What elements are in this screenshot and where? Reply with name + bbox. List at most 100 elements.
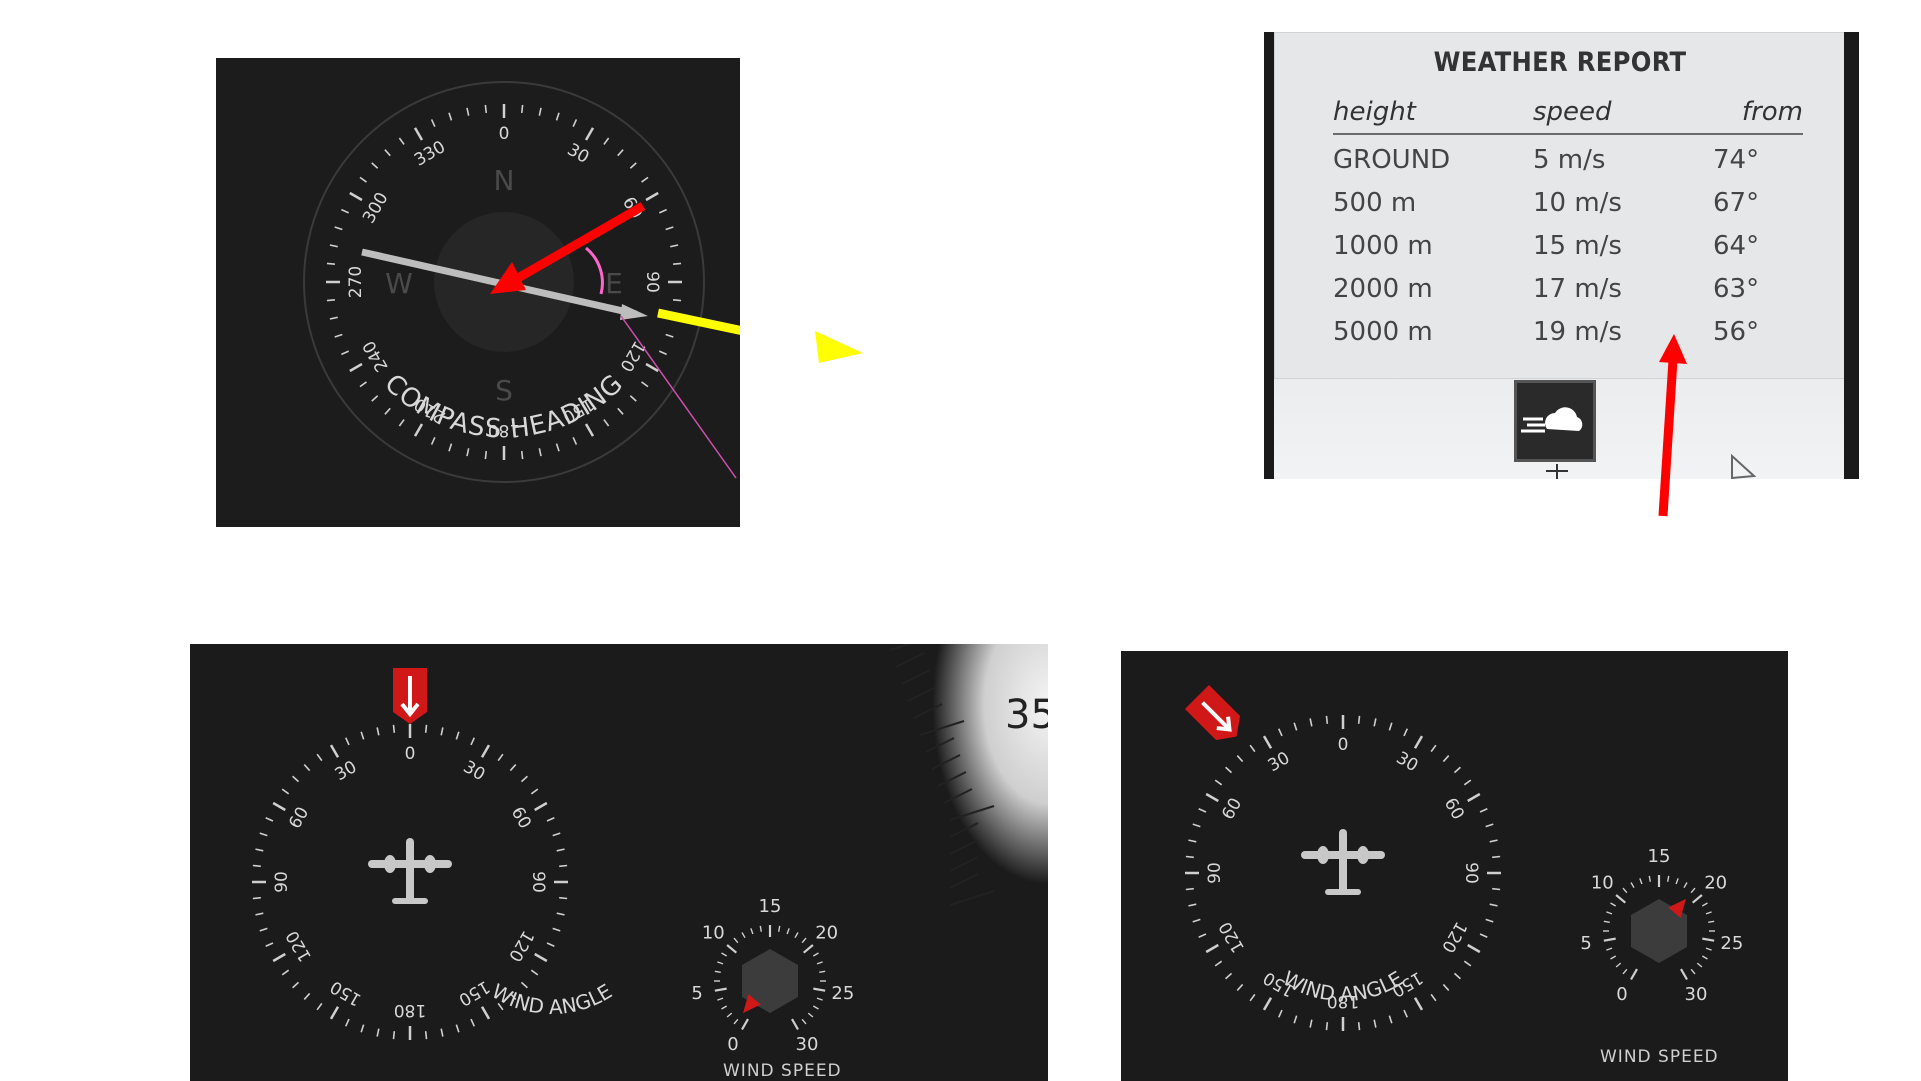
compass-e-label: E [605,267,623,300]
dial-tick [413,423,424,437]
compass-s-label: S [495,374,513,407]
dial-tick [430,119,436,128]
dial-tick [556,912,565,916]
speed-tick [777,925,781,932]
dial-tick [1413,997,1424,1011]
dial-tick [466,448,470,457]
speed-tick [1702,937,1715,942]
compass-degree-label: 30 [564,140,593,168]
dial-tick [1325,1022,1329,1031]
wind-angle-1-label: 30 [332,757,361,785]
speed-tick [801,937,807,944]
wind-speed-2-label: 10 [1591,872,1614,893]
speed-tick [816,961,823,965]
col-height: height [1333,97,1416,127]
dial-tick [329,744,340,758]
speed-tick [1630,968,1638,981]
dial-tick [1278,1009,1283,1018]
dial-tick [556,848,565,852]
wind-speed-1-label: 10 [702,922,725,943]
dial-tick [1192,823,1201,828]
dial-tick [617,407,624,415]
dial-tick [480,1006,491,1020]
speed-tick [726,944,738,954]
speed-tick [1705,947,1712,951]
dial-tick [572,119,578,128]
speed-tick [1622,968,1628,975]
dial-tick [1262,997,1273,1011]
speed-tick [717,961,724,965]
weather-icon-button[interactable] [1514,380,1596,462]
dial-tick [1214,779,1223,786]
speed-tick [1690,887,1696,894]
dial-tick [360,1024,365,1033]
dial-tick [316,1002,323,1011]
dial-tick [470,1018,475,1027]
speed-tick [714,970,721,974]
dial-tick [497,753,504,762]
dial-tick [329,316,338,320]
wind-speed-2-label: 15 [1648,846,1671,867]
dial-tick [1185,887,1194,891]
speed-tick [1701,955,1708,960]
dial-tick [281,969,290,976]
dial-tick [1249,993,1256,1002]
dial-tick [255,848,264,852]
speed-tick [1606,947,1613,951]
wind-angle-1-label: 150 [455,976,493,1010]
dial-tick [617,149,624,157]
dial-tick [484,104,488,114]
dial-tick [552,832,561,837]
table-row: 1000 m 15 m/s 64° [1333,231,1803,271]
wind-direction-marker-2 [1184,684,1241,741]
speed-tick [721,952,728,957]
dial-tick [1453,766,1461,774]
dial-tick [1293,722,1298,731]
cell-height: 2000 m [1333,274,1433,304]
dial-tick [484,450,488,460]
dial-tick [448,443,453,452]
dial-tick [1278,728,1283,737]
dial-tick [670,244,679,248]
dial-tick [559,864,568,868]
dial-tick [345,737,350,746]
dial-tick [1430,744,1437,753]
dial-tick [1198,933,1207,938]
wind-angle-1-label: 150 [327,976,365,1010]
weather-panel: WEATHER REPORT height speed from GROUND … [1264,32,1859,479]
speed-tick [733,937,739,944]
weather-report-title: WEATHER REPORT [1433,47,1687,78]
wind-angle-1-label: 0 [405,744,416,764]
dial-tick [1225,972,1233,980]
speed-tick [819,970,826,974]
wind-speed-1-label: 5 [691,983,702,1004]
speed-tick [812,1005,819,1010]
speed-tick [786,928,790,935]
dial-tick [1485,918,1494,923]
dial-tick [1373,718,1377,727]
dial-tick [509,764,517,772]
dial-tick [1373,1019,1377,1028]
compass-panel: 0306090120150180210240270300330 N E S W … [216,58,740,527]
dial-tick [430,436,436,445]
red-arrow-up [1658,334,1687,517]
dial-tick [534,801,548,812]
wind-angle-label-2: WIND ANGLE [1279,966,1407,1006]
dial-tick [1309,718,1313,727]
dial-tick [629,395,637,402]
dial-tick [546,942,555,947]
dial-tick [658,350,667,356]
speed-tick [1683,882,1688,889]
dial-tick [530,969,539,976]
wind-angle-2-label: 120 [1437,918,1471,956]
compass-degree-label: 240 [359,337,393,375]
dial-tick [1185,855,1194,859]
wind-angle-1-label: 120 [504,927,538,965]
dial-tick [1214,960,1223,967]
speed-tick [1603,920,1610,924]
cell-from: 64° [1713,231,1760,261]
speed-tick [1606,911,1613,915]
dial-tick [629,162,637,169]
dial-tick [259,832,268,837]
dial-tick [665,333,674,338]
